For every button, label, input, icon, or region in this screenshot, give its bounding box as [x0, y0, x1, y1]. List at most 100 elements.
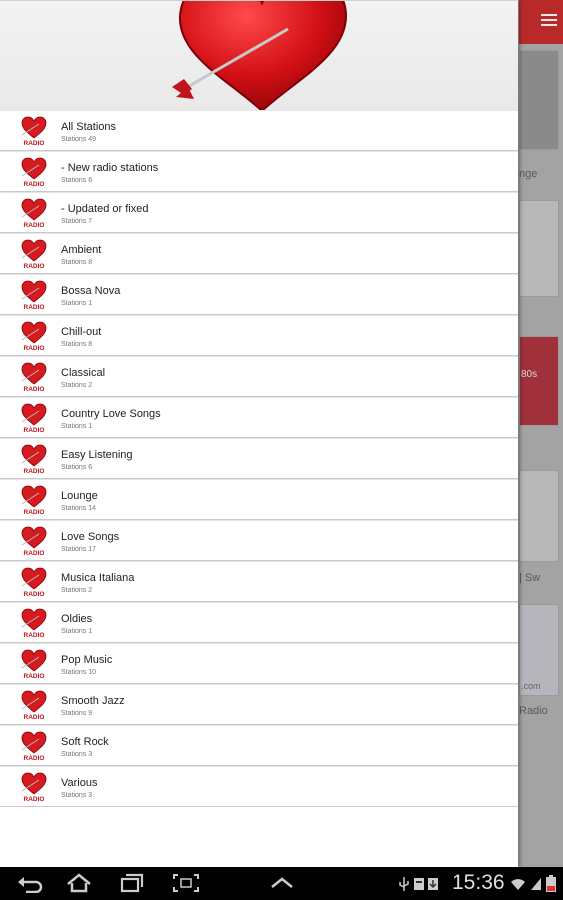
radio-heart-icon: RADIO	[21, 649, 47, 679]
radio-heart-icon: RADIO	[21, 485, 47, 515]
radio-heart-icon: RADIO	[21, 157, 47, 187]
radio-icon-label: RADIO	[24, 468, 45, 474]
background-text-5: 80s	[521, 369, 538, 380]
radio-heart-icon: RADIO	[21, 608, 47, 638]
menu-icon[interactable]	[541, 14, 557, 26]
radio-icon-label: RADIO	[24, 345, 45, 351]
station-count: Stations 9	[61, 710, 93, 717]
station-category-item[interactable]: RADIO Classical Stations 2	[0, 356, 518, 397]
radio-heart-icon: RADIO	[21, 239, 47, 269]
station-category-label: Smooth Jazz	[61, 695, 125, 707]
screenshot-icon[interactable]	[172, 873, 200, 893]
radio-heart-icon: RADIO	[21, 362, 47, 392]
radio-icon-label: RADIO	[24, 714, 45, 720]
radio-heart-icon: RADIO	[21, 444, 47, 474]
station-category-item[interactable]: RADIO Pop Music Stations 10	[0, 643, 518, 684]
station-count: Stations 6	[61, 177, 93, 184]
chevron-up-icon[interactable]	[268, 873, 296, 893]
station-category-item[interactable]: RADIO - Updated or fixed Stations 7	[0, 192, 518, 233]
background-text-4: Radio	[519, 705, 548, 717]
radio-heart-icon: RADIO	[21, 198, 47, 228]
station-category-label: Country Love Songs	[61, 408, 161, 420]
station-category-item[interactable]: RADIO Country Love Songs Stations 1	[0, 397, 518, 438]
home-icon[interactable]	[65, 873, 93, 893]
heart-arrow-logo	[172, 1, 348, 111]
background-topbar	[519, 0, 563, 44]
radio-icon-label: RADIO	[24, 632, 45, 638]
radio-heart-icon: RADIO	[21, 116, 47, 146]
station-count: Stations 2	[61, 382, 93, 389]
radio-heart-icon: RADIO	[21, 321, 47, 351]
station-category-label: Easy Listening	[61, 449, 133, 461]
station-category-label: Pop Music	[61, 654, 113, 666]
station-category-label: Chill-out	[61, 326, 102, 338]
clock: 15:36	[452, 871, 505, 894]
station-category-label: Musica Italiana	[61, 572, 135, 584]
station-category-item[interactable]: RADIO Love Songs Stations 17	[0, 520, 518, 561]
station-category-label: - Updated or fixed	[61, 203, 149, 215]
battery-icon	[546, 875, 556, 892]
radio-heart-icon: RADIO	[21, 280, 47, 310]
radio-icon-label: RADIO	[24, 263, 45, 269]
radio-heart-icon: RADIO	[21, 731, 47, 761]
signal-icon	[531, 878, 541, 890]
station-count: Stations 8	[61, 259, 93, 266]
recent-apps-icon[interactable]	[118, 873, 146, 893]
station-category-item[interactable]: RADIO - New radio stations Stations 6	[0, 151, 518, 192]
station-count: Stations 3	[61, 751, 93, 758]
radio-icon-label: RADIO	[24, 181, 45, 187]
station-category-item[interactable]: RADIO All Stations Stations 49	[0, 110, 518, 151]
station-category-item[interactable]: RADIO Various Stations 3	[0, 766, 518, 807]
station-category-label: All Stations	[61, 121, 117, 133]
navigation-drawer: RADIO All Stations Stations 49 RADIO - New r…	[0, 0, 518, 867]
radio-icon-label: RADIO	[24, 427, 45, 433]
radio-heart-icon: RADIO	[21, 403, 47, 433]
station-count: Stations 10	[61, 669, 97, 676]
station-count: Stations 17	[61, 546, 97, 553]
radio-icon-label: RADIO	[24, 591, 45, 597]
back-icon[interactable]	[16, 873, 44, 893]
radio-icon-label: RADIO	[24, 550, 45, 556]
background-card-2: 80s	[519, 336, 559, 426]
download-icon	[428, 878, 438, 890]
station-category-item[interactable]: RADIO Bossa Nova Stations 1	[0, 274, 518, 315]
station-count: Stations 2	[61, 587, 93, 594]
station-category-item[interactable]: RADIO Easy Listening Stations 6	[0, 438, 518, 479]
station-count: Stations 49	[61, 136, 97, 143]
station-category-label: Soft Rock	[61, 736, 109, 748]
radio-heart-icon: RADIO	[21, 526, 47, 556]
station-count: Stations 1	[61, 300, 93, 307]
background-text-2: | Sw	[519, 572, 541, 584]
station-category-label: Ambient	[61, 244, 102, 256]
background-card-4: .com	[519, 604, 559, 696]
station-count: Stations 1	[61, 423, 93, 430]
station-count: Stations 3	[61, 792, 93, 799]
background-text-1: nge	[519, 168, 538, 180]
station-category-label: Classical	[61, 367, 106, 379]
usb-icon	[399, 877, 409, 891]
radio-icon-label: RADIO	[24, 222, 45, 228]
station-category-label: Bossa Nova	[61, 285, 121, 297]
radio-icon-label: RADIO	[24, 386, 45, 392]
station-category-item[interactable]: RADIO Soft Rock Stations 3	[0, 725, 518, 766]
notification-icon	[414, 878, 424, 890]
drawer-header	[0, 0, 518, 111]
radio-icon-label: RADIO	[24, 755, 45, 761]
radio-heart-icon: RADIO	[21, 567, 47, 597]
station-category-label: - New radio stations	[61, 162, 159, 174]
background-ad-card	[519, 50, 559, 150]
station-category-label: Oldies	[61, 613, 93, 625]
station-category-item[interactable]: RADIO Lounge Stations 14	[0, 479, 518, 520]
station-category-item[interactable]: RADIO Oldies Stations 1	[0, 602, 518, 643]
station-category-item[interactable]: RADIO Musica Italiana Stations 2	[0, 561, 518, 602]
station-category-item[interactable]: RADIO Chill-out Stations 8	[0, 315, 518, 356]
radio-icon-label: RADIO	[24, 509, 45, 515]
background-card-3	[519, 470, 559, 562]
radio-icon-label: RADIO	[24, 304, 45, 310]
wifi-icon	[511, 879, 525, 890]
radio-icon-label: RADIO	[24, 796, 45, 802]
station-list: RADIO All Stations Stations 49 RADIO - New r…	[0, 110, 518, 807]
station-category-item[interactable]: RADIO Ambient Stations 8	[0, 233, 518, 274]
station-category-item[interactable]: RADIO Smooth Jazz Stations 9	[0, 684, 518, 725]
system-navigation-bar: 15:36	[0, 867, 563, 900]
